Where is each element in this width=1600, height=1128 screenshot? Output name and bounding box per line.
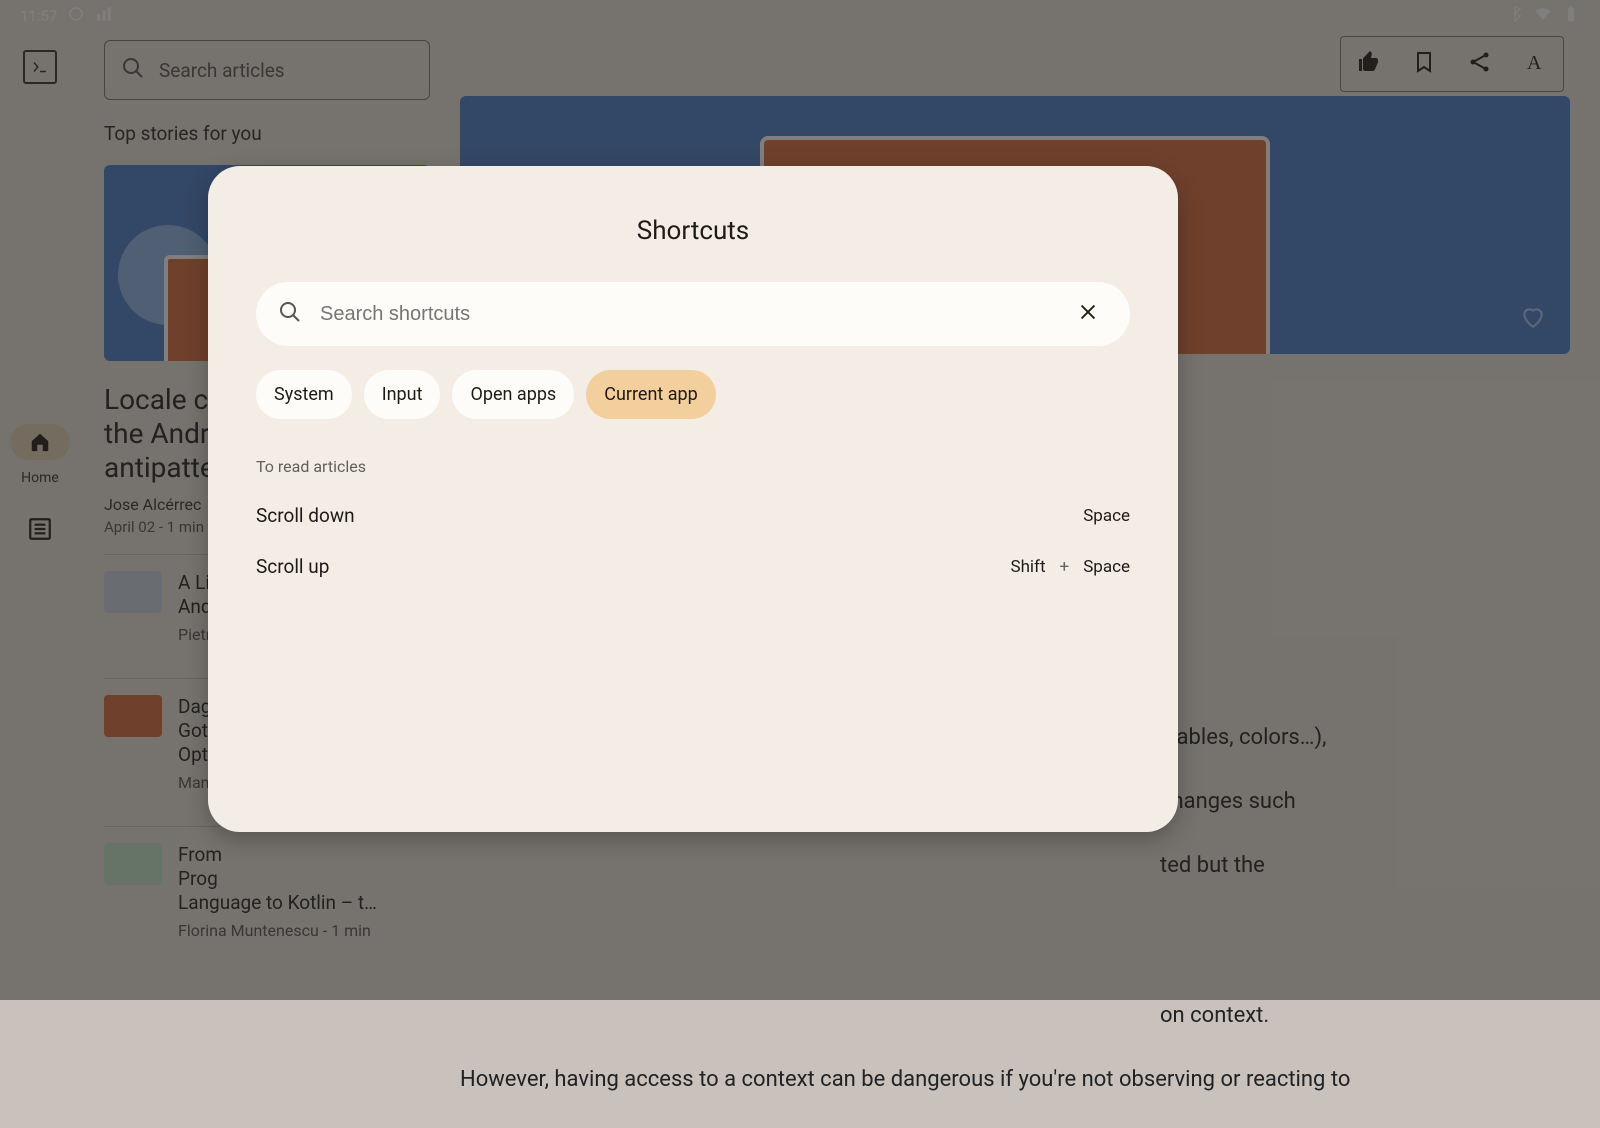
key-label: Space: [1083, 557, 1130, 577]
key-plus: +: [1060, 557, 1070, 577]
shortcut-category-chips: System Input Open apps Current app: [256, 370, 1130, 419]
shortcut-name: Scroll down: [256, 504, 355, 527]
clear-search-button[interactable]: [1068, 294, 1108, 334]
shortcuts-search-input[interactable]: [318, 302, 1052, 327]
shortcut-row: Scroll down Space: [256, 504, 1130, 527]
shortcuts-search[interactable]: [256, 282, 1130, 346]
close-icon: [1077, 301, 1099, 328]
chip-system[interactable]: System: [256, 370, 352, 419]
shortcut-row: Scroll up Shift + Space: [256, 555, 1130, 578]
chip-current-app[interactable]: Current app: [586, 370, 716, 419]
chip-input[interactable]: Input: [364, 370, 441, 419]
dialog-title: Shortcuts: [256, 216, 1130, 246]
shortcut-name: Scroll up: [256, 555, 329, 578]
chip-open-apps[interactable]: Open apps: [452, 370, 574, 419]
shortcuts-dialog: Shortcuts System Input Open apps Current…: [208, 166, 1178, 832]
key-label: Space: [1083, 506, 1130, 526]
search-icon: [278, 300, 302, 329]
shortcut-keys: Space: [1083, 506, 1130, 526]
shortcut-keys: Shift + Space: [1010, 557, 1130, 577]
shortcut-section-label: To read articles: [256, 457, 1130, 476]
key-label: Shift: [1010, 557, 1045, 577]
